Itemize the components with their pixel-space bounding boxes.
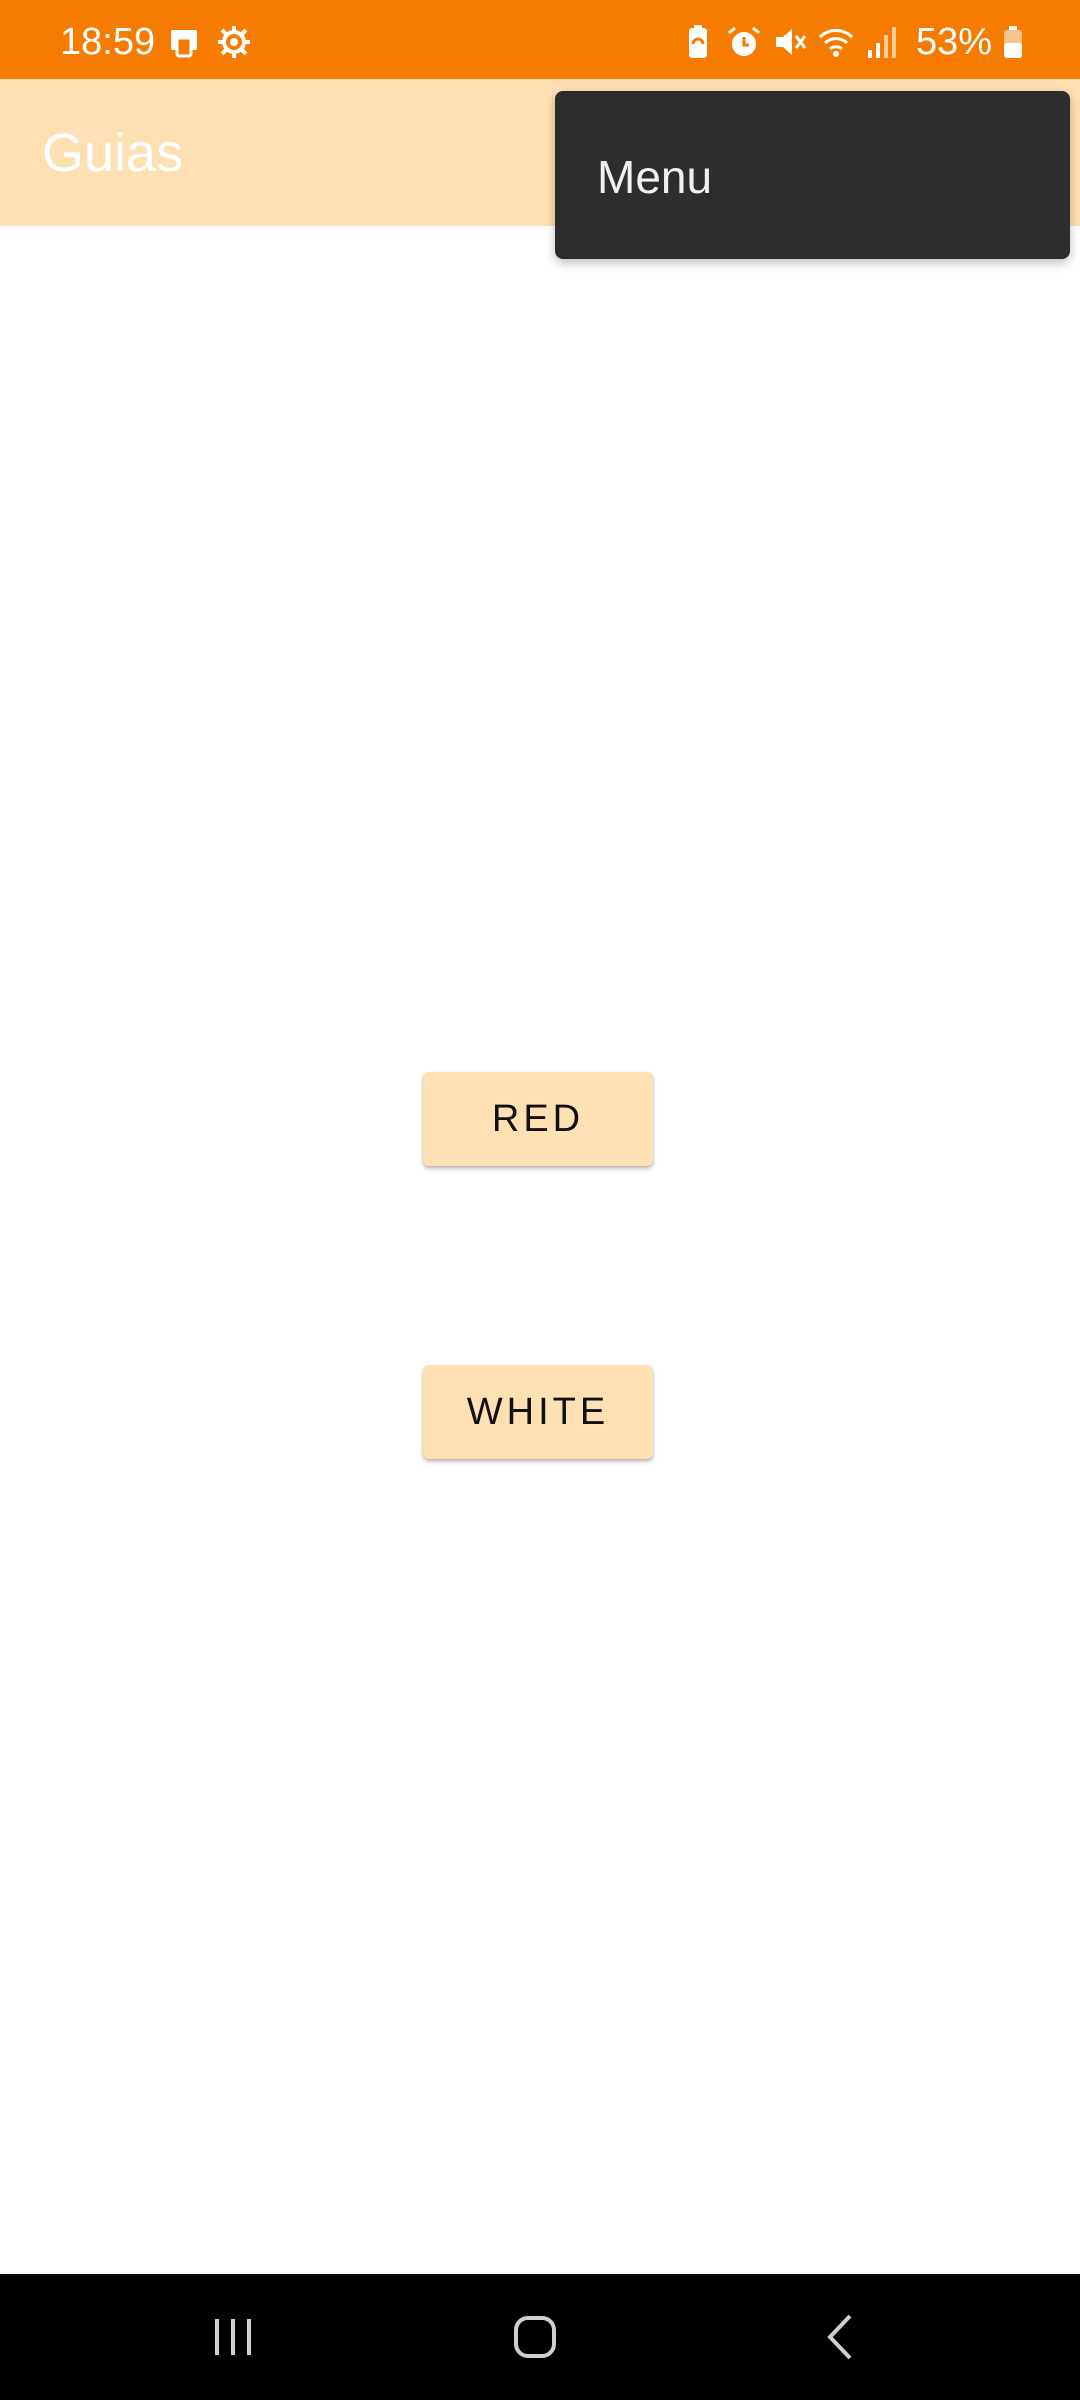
screen-share-icon	[168, 24, 204, 60]
white-button[interactable]: WHITE	[423, 1365, 653, 1459]
battery-percentage: 53%	[915, 21, 992, 63]
status-right-icons: 53%	[680, 22, 1024, 62]
wifi-icon	[818, 24, 854, 60]
menu-item-label: Menu	[597, 151, 713, 203]
recents-icon[interactable]	[188, 2302, 278, 2372]
battery-saver-icon	[680, 24, 716, 60]
red-button[interactable]: RED	[423, 1072, 653, 1166]
alarm-icon	[726, 24, 762, 60]
battery-icon	[1002, 24, 1024, 60]
popup-menu: Menu	[555, 91, 1070, 259]
status-bar: 18:59 53%	[0, 0, 1080, 79]
status-left-icons	[168, 22, 252, 62]
status-time: 18:59	[60, 21, 156, 63]
app-title: Guias	[42, 123, 184, 183]
screen: 18:59 53% Guias Menu RED WHITE	[0, 0, 1080, 2400]
back-icon[interactable]	[795, 2302, 885, 2372]
home-icon[interactable]	[490, 2302, 580, 2372]
mute-icon	[772, 24, 808, 60]
settings-gear-icon	[216, 24, 252, 60]
menu-item-menu[interactable]: Menu	[555, 91, 1070, 259]
nav-bar	[0, 2274, 1080, 2400]
signal-icon	[864, 24, 900, 60]
